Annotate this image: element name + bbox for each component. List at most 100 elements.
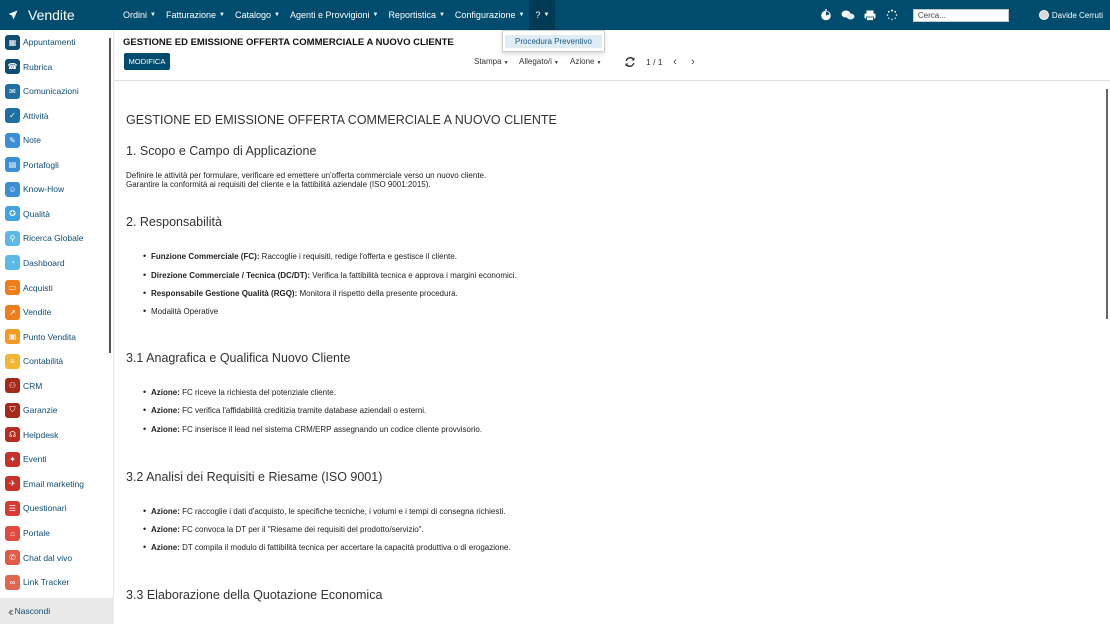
sidebar-item-label: Note: [23, 135, 41, 146]
app-brand[interactable]: Vendite: [0, 0, 118, 30]
note-icon: ✎: [5, 132, 20, 148]
head-icon: ☺: [5, 181, 20, 197]
sidebar-item-chat-dal-vivo[interactable]: ✆ Chat dal vivo: [0, 548, 108, 568]
section-heading-2: 2. Responsabilità: [126, 215, 222, 229]
sidebar-item-punto-vendita[interactable]: ▣ Punto Vendita: [0, 327, 108, 347]
sidebar-item-qualità[interactable]: ✪ Qualità: [0, 204, 108, 224]
main-menu: Ordini ▼ Fatturazione ▼ Catalogo ▼ Agenti e…: [118, 0, 556, 30]
sidebar-item-portafogli[interactable]: ▤ Portafogli: [0, 155, 108, 175]
sidebar-item-email-marketing[interactable]: ✈ Email marketing: [0, 474, 108, 494]
dropdown-item-procedura-preventivo[interactable]: Procedura Preventivo: [505, 35, 602, 48]
wallet-icon: ▤: [5, 157, 20, 173]
sidebar-item-label: Chat dal vivo: [23, 552, 73, 563]
sidebar-item-note[interactable]: ✎ Note: [0, 130, 108, 150]
double-chevron-left-icon: ‹‹: [8, 603, 13, 619]
menu-help[interactable]: ? ▼: [529, 0, 556, 30]
sidebar-item-vendite[interactable]: ↗ Vendite: [0, 302, 108, 322]
pager-value[interactable]: 1 / 1: [646, 57, 663, 67]
list-item-text: FC convoca la DT per il "Riesame dei req…: [179, 525, 424, 534]
user-menu[interactable]: Davide Cerruti: [1038, 10, 1103, 20]
sidebar-item-know-how[interactable]: ☺ Know-How: [0, 179, 108, 199]
action-dropdown-button[interactable]: Azione ▼: [570, 57, 601, 66]
sidebar: ▦ Appuntamenti ☎ Rubrica ✉ Comunicazioni ✓ Atti…: [0, 30, 114, 624]
chevron-left-icon[interactable]: ‹: [670, 56, 680, 68]
pos-icon: ▣: [5, 329, 20, 345]
sidebar-item-link-tracker[interactable]: ∞ Link Tracker: [0, 572, 108, 592]
print-dropdown-button[interactable]: Stampa ▼: [474, 57, 509, 66]
menu-configurazione-label: Configurazione: [454, 10, 516, 20]
sidebar-item-attività[interactable]: ✓ Attività: [0, 106, 108, 126]
sidebar-item-portale[interactable]: ⌂ Portale: [0, 523, 108, 543]
sidebar-item-label: Ricerca Globale: [23, 233, 84, 244]
list-item-text: DT compila il modulo di fattibilità tecn…: [179, 543, 511, 552]
search-input[interactable]: [912, 8, 1009, 22]
list-item: Azione: DT compila il modulo di fattibil…: [143, 542, 511, 552]
content-scrollbar[interactable]: [1106, 89, 1108, 319]
sidebar-item-label: Know-How: [23, 184, 65, 195]
sidebar-item-eventi[interactable]: ✦ Eventi: [0, 449, 108, 469]
avatar: [1038, 10, 1049, 20]
sidebar-item-label: Appuntamenti: [23, 37, 76, 47]
sidebar-item-label: Dashboard: [23, 257, 65, 268]
sidebar-item-label: Helpdesk: [23, 429, 59, 440]
portal-icon: ⌂: [5, 525, 20, 541]
menu-ordini[interactable]: Ordini ▼: [118, 0, 161, 30]
sales-icon: ↗: [5, 304, 20, 320]
list-item: Azione: FC raccoglie i dati d'acquisto, …: [143, 506, 506, 516]
user-name: Davide Cerruti: [1051, 10, 1103, 20]
menu-fatturazione[interactable]: Fatturazione ▼: [161, 0, 230, 30]
edit-button[interactable]: MODIFICA: [124, 53, 170, 70]
caret-down-icon: ▼: [518, 12, 525, 18]
calendar-icon: ▦: [5, 34, 20, 50]
sidebar-item-rubrica[interactable]: ☎ Rubrica: [0, 57, 108, 77]
sidebar-item-comunicazioni[interactable]: ✉ Comunicazioni: [0, 81, 108, 101]
menu-catalogo-label: Catalogo: [234, 10, 271, 20]
menu-catalogo[interactable]: Catalogo ▼: [230, 0, 285, 30]
discuss-icon[interactable]: [839, 6, 857, 24]
attachment-dropdown-button[interactable]: Allegato/i ▼: [519, 57, 559, 66]
purchase-icon: ▭: [5, 280, 20, 295]
timer-icon[interactable]: [817, 6, 835, 24]
sidebar-item-label: Attività: [23, 110, 49, 121]
menu-configurazione[interactable]: Configurazione ▼: [450, 0, 530, 30]
sidebar-item-garanzie[interactable]: ⛉ Garanzie: [0, 400, 108, 420]
top-navbar: Vendite Ordini ▼ Fatturazione ▼ Catalogo ▼ …: [0, 0, 1110, 30]
list-item: Azione: FC inserisce il lead nel sistema…: [143, 424, 482, 434]
sidebar-item-dashboard[interactable]: ◔ Dashboard: [0, 253, 108, 273]
sidebar-item-acquisti[interactable]: ▭ Acquisti: [0, 278, 108, 298]
contacts-icon: ☎: [5, 59, 20, 75]
sidebar-item-crm[interactable]: ⚇ CRM: [0, 376, 108, 396]
print-icon[interactable]: [861, 6, 879, 24]
sidebar-item-appuntamenti[interactable]: ▦ Appuntamenti: [0, 32, 108, 52]
help-dropdown: Procedura Preventivo: [502, 30, 605, 52]
list-item: Modalità Operative: [143, 306, 218, 316]
section-1-line-2: Garantire la conformità ai requisiti del…: [126, 180, 431, 189]
list-item-bold: Funzione Commerciale (FC):: [151, 252, 260, 261]
list-item-text: Raccoglie i requisiti, redige l'offerta …: [259, 252, 457, 261]
list-item-bold: Azione:: [151, 543, 180, 552]
sidebar-scrollbar[interactable]: [109, 38, 111, 353]
sidebar-item-helpdesk[interactable]: ☊ Helpdesk: [0, 425, 108, 445]
menu-agenti[interactable]: Agenti e Provvigioni ▼: [285, 0, 384, 30]
survey-icon: ☰: [5, 500, 20, 516]
top-right-tools: Davide Cerruti: [815, 0, 1110, 30]
sidebar-hide-button[interactable]: ‹‹ Nascondi: [0, 598, 114, 624]
page-title: GESTIONE ED EMISSIONE OFFERTA COMMERCIAL…: [123, 37, 454, 48]
refresh-icon[interactable]: [624, 56, 636, 68]
caret-down-icon: ▼: [553, 60, 559, 66]
chevron-right-icon[interactable]: ›: [688, 56, 698, 68]
caret-down-icon: ▼: [543, 12, 550, 18]
caret-down-icon: ▼: [150, 12, 156, 18]
sidebar-item-questionari[interactable]: ☰ Questionari: [0, 498, 108, 518]
caret-down-icon: ▼: [596, 60, 602, 66]
caret-down-icon: ▼: [273, 12, 280, 18]
caret-down-icon: ▼: [219, 12, 225, 18]
link-icon: ∞: [5, 574, 20, 590]
caret-down-icon: ▼: [372, 12, 379, 18]
sidebar-item-ricerca-globale[interactable]: ⚲ Ricerca Globale: [0, 228, 108, 248]
sidebar-item-contabilità[interactable]: ≡ Contabilità: [0, 351, 108, 371]
menu-reportistica[interactable]: Reportistica ▼: [383, 0, 449, 30]
sidebar-hide-label: Nascondi: [14, 606, 51, 616]
list-item-text: Verifica la fattibilità tecnica e approv…: [310, 271, 517, 280]
livechat-icon: ✆: [5, 550, 20, 566]
